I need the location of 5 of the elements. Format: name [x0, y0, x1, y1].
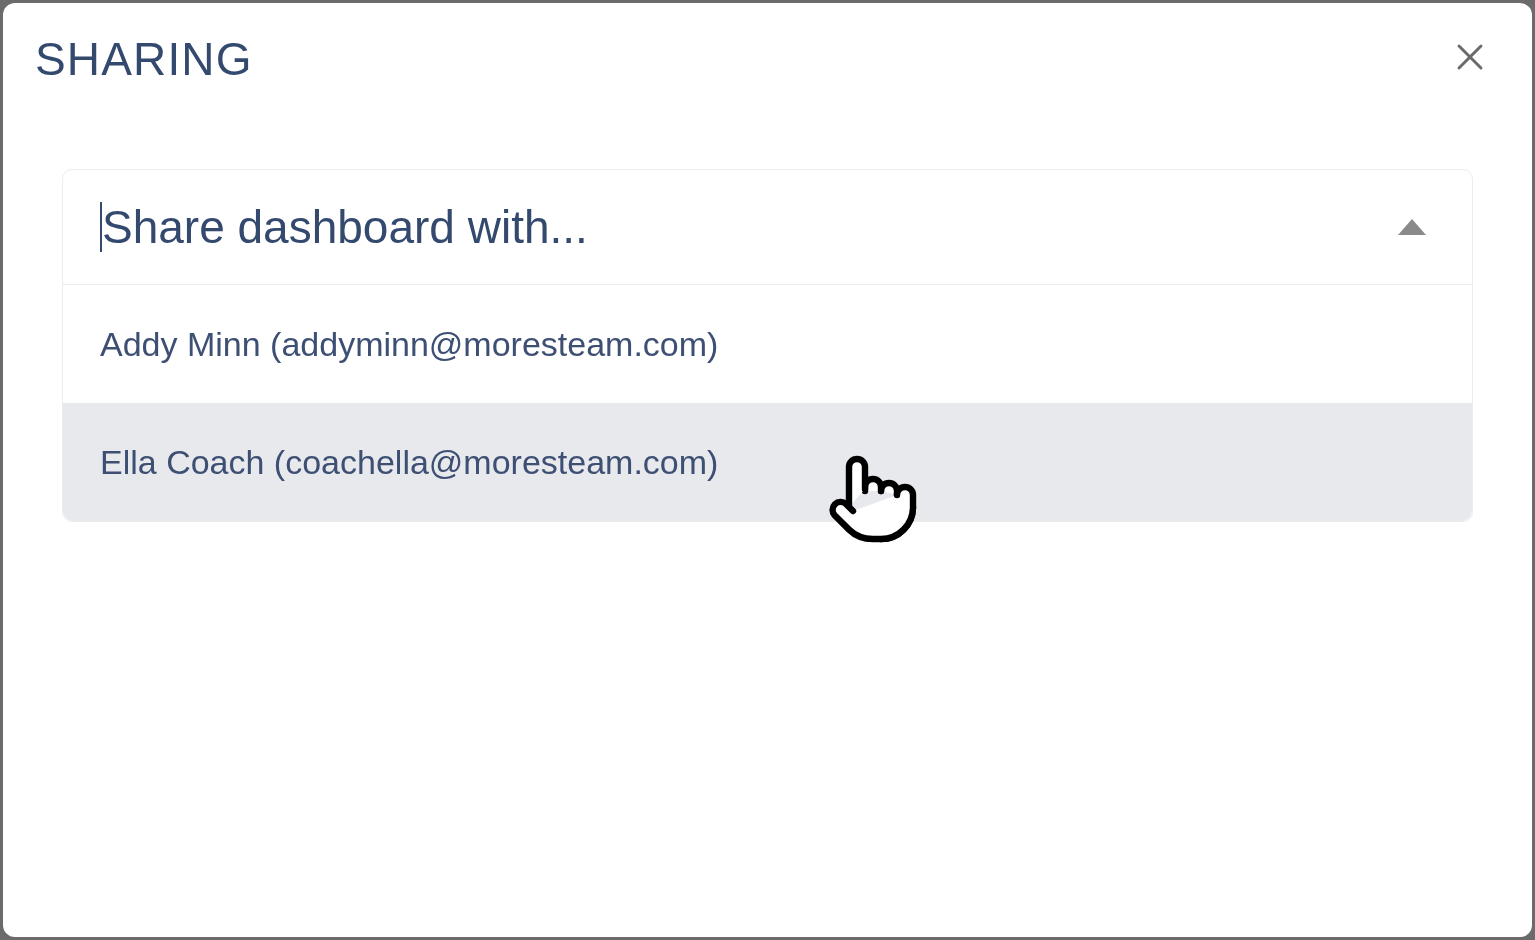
dialog-title: SHARING [35, 33, 253, 85]
dropdown-option[interactable]: Ella Coach (coachella@moresteam.com) [63, 403, 1472, 521]
dropdown-header[interactable]: Share dashboard with... [63, 170, 1472, 285]
share-field[interactable]: Share dashboard with... [102, 192, 1398, 262]
text-cursor [100, 202, 102, 252]
